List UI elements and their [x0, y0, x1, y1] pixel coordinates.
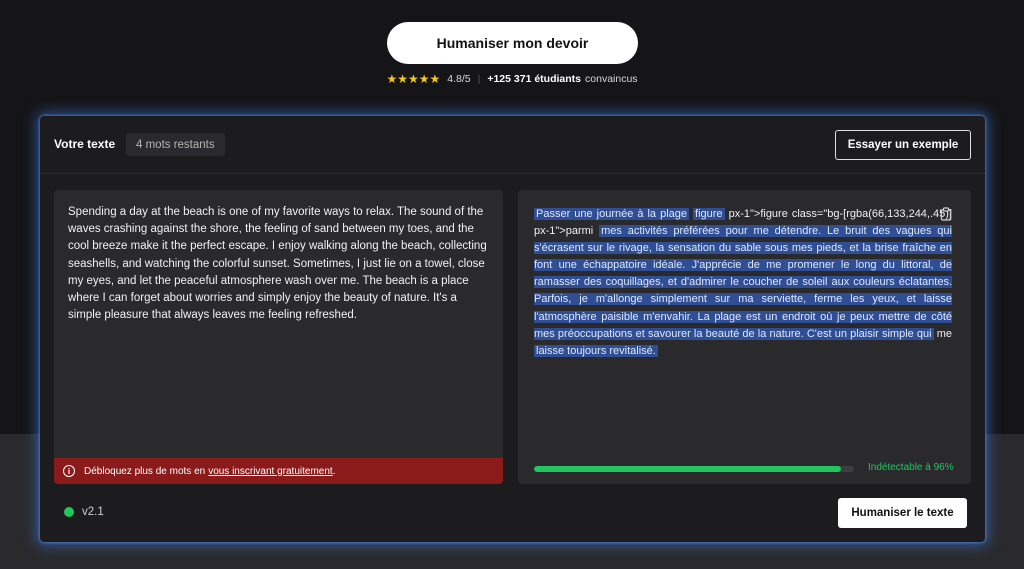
humanize-text-button[interactable]: Humaniser le texte	[838, 498, 967, 528]
output-panel: Passer une journée à la plage figure px-…	[518, 190, 971, 484]
input-panel[interactable]: Spending a day at the beach is one of my…	[54, 190, 503, 484]
highlighted-segment: laisse toujours revitalisé.	[534, 344, 658, 357]
progress-label: Indétectable à 96%	[868, 462, 954, 473]
input-textarea[interactable]: Spending a day at the beach is one of my…	[68, 204, 488, 324]
rating-divider: |	[477, 73, 481, 85]
card-header: Votre texte 4 mots restants Essayer un e…	[40, 116, 985, 174]
warning-end: .	[332, 465, 336, 477]
students-count: +125 371 étudiants	[487, 73, 582, 85]
humanizer-card: Votre texte 4 mots restants Essayer un e…	[40, 116, 985, 542]
plain-segment: me	[933, 327, 952, 340]
warning-text: Débloquez plus de mots en	[84, 465, 206, 477]
word-limit-warning: i Débloquez plus de mots en vous inscriv…	[54, 458, 503, 484]
input-title: Votre texte	[54, 137, 116, 151]
try-example-button[interactable]: Essayer un exemple	[835, 130, 971, 160]
version-indicator: v2.1	[64, 506, 104, 518]
copy-icon[interactable]	[940, 207, 952, 221]
status-dot	[64, 507, 74, 517]
students-suffix: convaincus	[585, 73, 638, 85]
version-label: v2.1	[82, 506, 104, 518]
star-rating-icon: ★★★★★	[386, 72, 441, 86]
rating-score: 4.8/5	[447, 73, 471, 85]
signup-link[interactable]: vous inscrivant gratuitement	[208, 466, 333, 477]
rating-row: ★★★★★ 4.8/5 | +125 371 étudiants convain…	[0, 71, 1024, 87]
highlighted-segment: figure	[693, 208, 725, 220]
highlighted-segment: Passer une journée à la plage	[534, 208, 689, 220]
info-icon: i	[63, 465, 75, 477]
progress-fill	[534, 466, 842, 472]
output-text: Passer une journée à la plage figure px-…	[534, 206, 952, 360]
detectability-progress	[534, 466, 854, 472]
words-left-badge: 4 mots restants	[126, 133, 225, 156]
highlighted-segment: mes activités préférées pour me détendre…	[534, 225, 952, 340]
humanize-homework-button[interactable]: Humaniser mon devoir	[387, 22, 638, 64]
